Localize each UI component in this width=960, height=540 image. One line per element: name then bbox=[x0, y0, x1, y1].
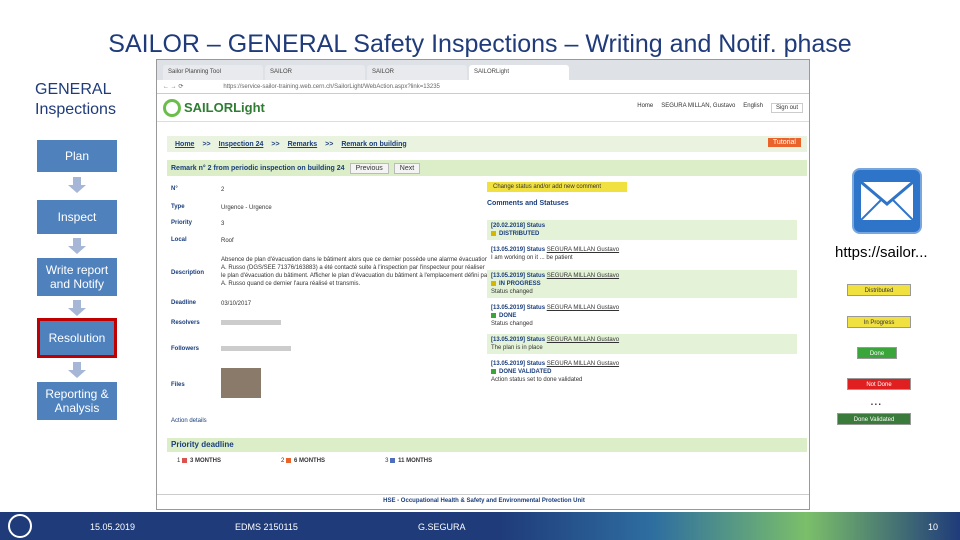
action-details-label[interactable]: Action details bbox=[171, 418, 207, 424]
followers-value bbox=[221, 346, 291, 351]
cern-logo bbox=[8, 514, 32, 538]
app-header: SAILORLight Home SEGURA MILLAN, Gustavo … bbox=[157, 94, 809, 122]
sign-out-button[interactable]: Sign out bbox=[770, 102, 803, 113]
resolvers-value bbox=[221, 320, 281, 325]
arrow-down-icon bbox=[68, 238, 86, 254]
breadcrumb: Home >> Inspection 24 >> Remarks >> Remark … bbox=[167, 136, 807, 152]
logo-icon bbox=[163, 98, 181, 117]
change-status-button[interactable]: Change status and/or add new comment bbox=[487, 182, 627, 192]
language-select[interactable]: English bbox=[743, 103, 763, 113]
notification-url: https://sailor... bbox=[835, 244, 928, 261]
field-label: Files bbox=[171, 382, 185, 388]
status-done: Done bbox=[857, 347, 897, 359]
field-value: 03/10/2017 bbox=[221, 301, 252, 307]
remark-header: Remark n° 2 from periodic inspection on … bbox=[167, 160, 807, 176]
field-value: Urgence - Urgence bbox=[221, 205, 272, 211]
more-statuses: ... bbox=[870, 392, 882, 408]
user-name: SEGURA MILLAN, Gustavo bbox=[661, 102, 736, 109]
status-square bbox=[491, 230, 496, 236]
footer-edms: EDMS 2150115 bbox=[235, 522, 298, 532]
status-square bbox=[491, 312, 496, 318]
next-button[interactable]: Next bbox=[393, 162, 421, 174]
slide-footer bbox=[0, 512, 960, 540]
field-value: Absence de plan d'évacuation dans le bât… bbox=[221, 257, 490, 287]
home-link[interactable]: Home bbox=[637, 103, 653, 113]
step-plan: Plan bbox=[37, 140, 117, 172]
section-label: GENERAL Inspections bbox=[35, 81, 116, 118]
comment-entry: [13.05.2019] Status SEGURA MILLAN Gustav… bbox=[487, 302, 797, 330]
breadcrumb-home[interactable]: Home bbox=[175, 141, 194, 148]
arrow-down-icon bbox=[68, 177, 86, 193]
field-value: 2 bbox=[221, 187, 225, 193]
priority-deadline-header: Priority deadline bbox=[167, 438, 807, 452]
comment-entry: [13.05.2019] Status SEGURA MILLAN Gustav… bbox=[487, 244, 797, 264]
sailor-logo: SAILORLight bbox=[163, 98, 265, 117]
step-inspect: Inspect bbox=[37, 200, 117, 234]
email-icon bbox=[852, 168, 922, 234]
step-reporting: Reporting & Analysis bbox=[37, 382, 117, 420]
browser-tab[interactable]: SAILORLight bbox=[469, 65, 569, 80]
priority-square bbox=[286, 458, 292, 463]
field-label: Followers bbox=[171, 346, 200, 352]
status-distributed: Distributed bbox=[847, 284, 911, 296]
breadcrumb-remark[interactable]: Remark on building bbox=[341, 141, 406, 148]
comments-heading: Comments and Statuses bbox=[487, 200, 569, 207]
field-label: Description bbox=[171, 270, 205, 276]
status-in-progress: In Progress bbox=[847, 316, 911, 328]
browser-screenshot: Sailor Planning Tool SAILOR SAILOR SAILO… bbox=[156, 59, 810, 510]
tutorial-button[interactable]: Tutorial bbox=[767, 138, 801, 147]
field-label: Type bbox=[171, 204, 185, 210]
comment-entry: [13.05.2019] Status SEGURA MILLAN Gustav… bbox=[487, 334, 797, 354]
field-label: Priority bbox=[171, 220, 193, 226]
breadcrumb-inspection[interactable]: Inspection 24 bbox=[219, 141, 264, 148]
status-square bbox=[491, 280, 496, 286]
comment-entry: [20.02.2018] Status DISTRIBUTED bbox=[487, 220, 797, 240]
page-number: 10 bbox=[928, 522, 939, 532]
comments-panel: Change status and/or add new comment Com… bbox=[487, 182, 797, 386]
address-bar[interactable]: ← → ⟳ https://service-sailor-training.web… bbox=[157, 80, 809, 94]
status-square bbox=[491, 368, 496, 374]
slide-title: SAILOR – GENERAL Safety Inspections – Wr… bbox=[108, 30, 852, 58]
step-resolution: Resolution bbox=[37, 318, 117, 358]
browser-tabs: Sailor Planning Tool SAILOR SAILOR SAILO… bbox=[157, 60, 809, 80]
field-label: N° bbox=[171, 186, 178, 192]
footer-date: 15.05.2019 bbox=[90, 522, 136, 532]
field-label: Deadline bbox=[171, 300, 197, 306]
field-value: 3 bbox=[221, 221, 225, 227]
url-text: https://service-sailor-training.web.cern… bbox=[223, 83, 440, 90]
step-write-report: Write report and Notify bbox=[37, 258, 117, 296]
arrow-down-icon bbox=[68, 300, 86, 316]
priority-square bbox=[182, 458, 188, 463]
comment-entry: [13.05.2019] Status SEGURA MILLAN Gustav… bbox=[487, 270, 797, 298]
browser-tab[interactable]: Sailor Planning Tool bbox=[163, 65, 263, 80]
browser-tab[interactable]: SAILOR bbox=[367, 65, 467, 80]
field-label: Resolvers bbox=[171, 320, 200, 326]
arrow-down-icon bbox=[68, 362, 86, 378]
browser-tab[interactable]: SAILOR bbox=[265, 65, 365, 80]
field-label: Local bbox=[171, 237, 187, 243]
footer-author: G.SEGURA bbox=[418, 522, 466, 532]
previous-button[interactable]: Previous bbox=[349, 162, 389, 174]
priority-row: 1 3 MONTHS 2 6 MONTHS 3 11 MONTHS bbox=[177, 458, 433, 465]
breadcrumb-remarks[interactable]: Remarks bbox=[288, 141, 318, 148]
field-value: Roof bbox=[221, 238, 234, 244]
status-not-done: Not Done bbox=[847, 378, 911, 390]
priority-square bbox=[390, 458, 396, 463]
status-done-validated: Done Validated bbox=[837, 413, 911, 425]
comment-entry: [13.05.2019] Status SEGURA MILLAN Gustav… bbox=[487, 358, 797, 386]
nav-icon[interactable]: ← → ⟳ bbox=[163, 83, 183, 90]
app-footer: HSE - Occupational Health & Safety and E… bbox=[157, 494, 809, 504]
file-thumbnail[interactable] bbox=[221, 368, 261, 398]
